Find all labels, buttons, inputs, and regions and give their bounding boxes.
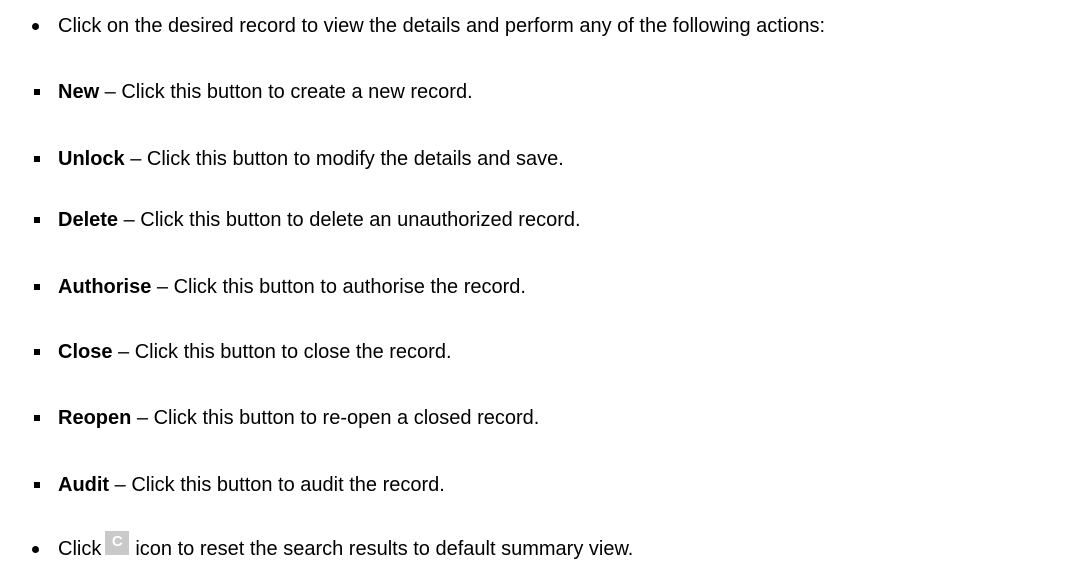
round-bullet — [32, 23, 39, 30]
reset-note-after: icon to reset the search results to defa… — [135, 538, 634, 560]
action-name: Authorise — [58, 276, 152, 298]
square-bullet — [34, 89, 40, 95]
square-bullet — [34, 482, 40, 488]
action-description: – Click this button to close the record. — [112, 341, 452, 363]
action-name: Unlock — [58, 148, 125, 170]
square-bullet — [34, 349, 40, 355]
intro-text: Click on the desired record to view the … — [58, 15, 826, 37]
action-description: – Click this button to create a new reco… — [99, 81, 473, 103]
action-description: – Click this button to re-open a closed … — [131, 407, 540, 429]
round-bullet — [32, 546, 39, 553]
action-description: – Click this button to delete an unautho… — [118, 209, 581, 231]
action-name: Reopen — [58, 407, 132, 429]
reset-note-before: Click — [58, 538, 102, 560]
square-bullet — [34, 415, 40, 421]
square-bullet — [34, 284, 40, 290]
action-description: – Click this button to audit the record. — [109, 474, 445, 496]
action-description: – Click this button to authorise the rec… — [151, 276, 526, 298]
refresh-icon: C — [105, 531, 130, 555]
action-description: – Click this button to modify the detail… — [124, 148, 564, 170]
square-bullet — [34, 217, 40, 223]
action-name: Delete — [58, 209, 119, 231]
square-bullet — [34, 156, 40, 162]
action-name: Close — [58, 341, 113, 363]
action-name: New — [58, 81, 100, 103]
action-name: Audit — [58, 474, 110, 496]
